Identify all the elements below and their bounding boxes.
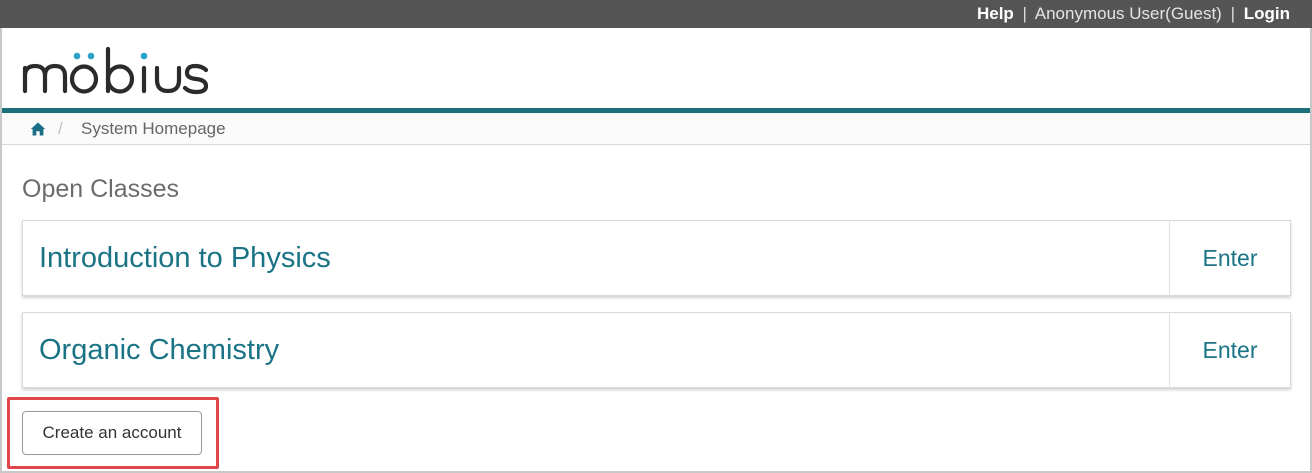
topbar-separator: | — [1022, 4, 1027, 23]
topbar-separator: | — [1230, 4, 1235, 23]
breadcrumb-current: System Homepage — [81, 119, 226, 138]
login-link[interactable]: Login — [1244, 4, 1290, 23]
breadcrumb-separator: / — [58, 119, 63, 138]
enter-class-button[interactable]: Enter — [1169, 221, 1290, 295]
create-account-button[interactable]: Create an account — [22, 411, 202, 455]
help-link[interactable]: Help — [977, 4, 1014, 23]
mobius-logo[interactable] — [22, 46, 212, 96]
breadcrumb: / System Homepage — [2, 113, 1310, 145]
class-name-link[interactable]: Organic Chemistry — [39, 313, 279, 387]
home-icon[interactable] — [30, 121, 46, 137]
current-user-label: Anonymous User(Guest) — [1034, 4, 1222, 23]
class-card: Introduction to Physics Enter — [22, 220, 1291, 296]
class-card: Organic Chemistry Enter — [22, 312, 1291, 388]
section-title: Open Classes — [22, 175, 180, 203]
mobius-logo-graphic — [22, 46, 209, 95]
site-header — [2, 28, 1310, 108]
class-name-link[interactable]: Introduction to Physics — [39, 221, 331, 295]
enter-class-button[interactable]: Enter — [1169, 313, 1290, 387]
top-utility-bar: Help | Anonymous User(Guest) | Login — [0, 0, 1312, 28]
